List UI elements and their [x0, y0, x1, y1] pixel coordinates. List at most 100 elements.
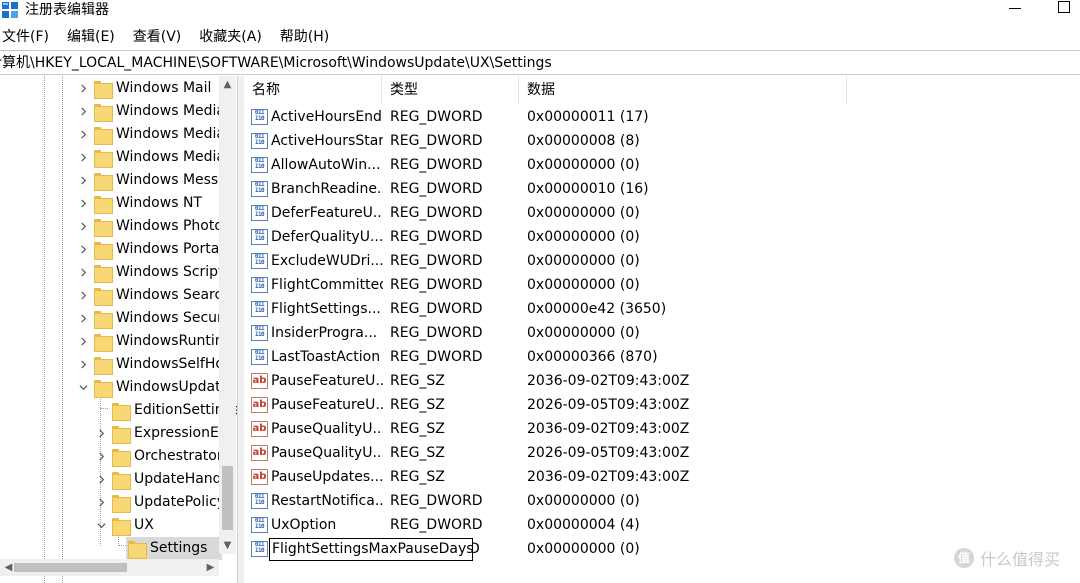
dword-value-icon: 011 110 [251, 277, 268, 293]
chevron-right-icon[interactable] [76, 128, 90, 142]
scroll-right-arrow-icon[interactable]: ▶ [202, 559, 219, 576]
tree-item[interactable]: Settings [126, 537, 222, 560]
chevron-right-icon[interactable] [76, 243, 90, 257]
tree-item[interactable]: Windows Media [76, 123, 225, 146]
tree-vertical-scrollbar[interactable]: ▲ ▼ [219, 76, 236, 554]
values-list[interactable]: 名称 类型 数据 011 110 ActiveHoursEnd REG_DWORD 0x… [244, 76, 1080, 583]
tree-item[interactable]: Windows Media [76, 100, 225, 123]
minimize-button[interactable] [1009, 8, 1021, 9]
tree-item[interactable]: Windows Search [76, 284, 231, 307]
value-row[interactable]: ab PauseFeatureU... REG_SZ 2026-09-05T09:43… [244, 393, 1080, 417]
chevron-right-icon[interactable] [76, 220, 90, 234]
tree-item[interactable]: EditionSettings [94, 399, 237, 422]
chevron-right-icon[interactable] [94, 427, 108, 441]
tree-item-label: Windows NT [116, 195, 202, 211]
value-row[interactable]: ab PauseFeatureU... REG_SZ 2036-09-02T09:43… [244, 369, 1080, 393]
tree-item[interactable]: Windows Media [76, 146, 225, 169]
tree-item[interactable]: Windows Script [76, 261, 224, 284]
value-row[interactable]: 011 110 ActiveHoursStart REG_DWORD 0x0000000… [244, 129, 1080, 153]
tree-item[interactable]: Windows Messa [76, 169, 227, 192]
value-row[interactable]: 011 110 DeferQualityU... REG_DWORD 0x0000000… [244, 225, 1080, 249]
value-row[interactable]: 011 110 DeferFeatureU... REG_DWORD 0x0000000… [244, 201, 1080, 225]
menu-file[interactable]: 文件(F) [0, 26, 49, 48]
folder-icon [94, 80, 113, 99]
tree-item[interactable]: ExpressionEv [94, 422, 227, 445]
tree-item[interactable]: WindowsRuntim [76, 330, 228, 353]
dword-value-icon: 011 110 [251, 349, 268, 365]
tree-horizontal-scrollbar[interactable]: ◀ ▶ [0, 559, 219, 576]
chevron-right-icon[interactable] [76, 289, 90, 303]
value-row[interactable]: 011 110 BranchReadine... REG_DWORD 0x0000001… [244, 177, 1080, 201]
address-path[interactable]: 计算机\HKEY_LOCAL_MACHINE\SOFTWARE\Microsof… [0, 53, 552, 73]
menu-favorites[interactable]: 收藏夹(A) [197, 26, 262, 48]
dword-value-icon: 011 110 [251, 301, 268, 317]
chevron-right-icon[interactable] [76, 197, 90, 211]
maximize-button[interactable] [1058, 1, 1070, 13]
key-tree[interactable]: Windows Mail Windows Media Windows Media Wi… [0, 76, 238, 583]
value-row[interactable]: ab PauseQualityU... REG_SZ 2036-09-02T09:43… [244, 417, 1080, 441]
chevron-right-icon[interactable] [76, 151, 90, 165]
column-header-name[interactable]: 名称 [244, 76, 382, 104]
value-row[interactable]: ab PauseQualityU... REG_SZ 2026-09-05T09:43… [244, 441, 1080, 465]
dword-value-icon: 011 110 [251, 181, 268, 197]
chevron-down-icon[interactable] [76, 381, 90, 395]
chevron-right-icon[interactable] [76, 174, 90, 188]
rename-input[interactable]: FlightSettingsMaxPauseDays [269, 538, 473, 561]
chevron-right-icon[interactable] [76, 266, 90, 280]
tree-item[interactable]: WindowsUpdate [76, 376, 229, 399]
value-row[interactable]: ab PauseUpdates... REG_SZ 2036-09-02T09:43:… [244, 465, 1080, 489]
tree-item[interactable]: Windows Mail [76, 77, 211, 100]
value-row[interactable]: 011 110 ActiveHoursEnd REG_DWORD 0x00000011 … [244, 105, 1080, 129]
tree-item[interactable]: Windows Photo [76, 215, 223, 238]
tree-item[interactable]: UpdatePolicy [94, 491, 225, 514]
column-header-data[interactable]: 数据 [519, 76, 847, 104]
value-row[interactable]: 011 110 UxOption REG_DWORD 0x00000004 (4) [244, 513, 1080, 537]
value-type: REG_DWORD [390, 181, 483, 197]
folder-icon [94, 379, 113, 398]
scroll-down-arrow-icon[interactable]: ▼ [219, 537, 236, 554]
value-row[interactable]: 011 110 RestartNotifica... REG_DWORD 0x00000… [244, 489, 1080, 513]
menu-edit[interactable]: 编辑(E) [65, 26, 115, 48]
tree-item[interactable]: UX [94, 514, 154, 537]
folder-icon [94, 287, 113, 306]
value-row[interactable]: 011 110 FlightCommitted REG_DWORD 0x00000000… [244, 273, 1080, 297]
value-data: 0x00000000 (0) [527, 229, 640, 245]
value-row[interactable]: 011 110 FlightSettings... REG_DWORD 0x00000e… [244, 297, 1080, 321]
chevron-right-icon[interactable] [76, 358, 90, 372]
chevron-right-icon[interactable] [76, 82, 90, 96]
value-name: UxOption [271, 517, 337, 533]
tree-item[interactable]: Orchestrator [94, 445, 223, 468]
chevron-right-icon[interactable] [94, 473, 108, 487]
column-header-type[interactable]: 类型 [382, 76, 519, 104]
menu-help[interactable]: 帮助(H) [278, 26, 329, 48]
folder-icon [94, 103, 113, 122]
tree-item[interactable]: WindowsSelfHo [76, 353, 224, 376]
tree-item[interactable]: UpdateHand [94, 468, 222, 491]
chevron-right-icon[interactable] [94, 450, 108, 464]
value-row[interactable]: 011 110 AllowAutoWin... REG_DWORD 0x00000000… [244, 153, 1080, 177]
address-bar[interactable]: 计算机\HKEY_LOCAL_MACHINE\SOFTWARE\Microsof… [0, 50, 1080, 75]
value-name: PauseUpdates... [271, 469, 383, 485]
dword-value-icon: 011 110 [251, 541, 268, 557]
scroll-up-arrow-icon[interactable]: ▲ [219, 76, 236, 93]
tree-item[interactable]: Windows NT [76, 192, 202, 215]
scroll-thumb[interactable] [14, 563, 127, 572]
value-row[interactable]: 011 110 ExcludeWUDri... REG_DWORD 0x00000000… [244, 249, 1080, 273]
chevron-right-icon[interactable] [76, 312, 90, 326]
chevron-right-icon[interactable] [76, 105, 90, 119]
chevron-down-icon[interactable] [94, 519, 108, 533]
value-type: REG_SZ [390, 421, 445, 437]
value-row[interactable]: 011 110 LastToastAction REG_DWORD 0x00000366… [244, 345, 1080, 369]
value-data: 0x00000000 (0) [527, 541, 640, 557]
menu-view[interactable]: 查看(V) [131, 26, 182, 48]
value-data: 2026-09-05T09:43:00Z [527, 397, 690, 413]
tree-item[interactable]: Windows Securi [76, 307, 227, 330]
string-value-icon: ab [251, 373, 268, 389]
folder-icon [112, 471, 131, 490]
scroll-thumb[interactable] [222, 466, 233, 530]
chevron-right-icon[interactable] [94, 496, 108, 510]
folder-icon [94, 149, 113, 168]
value-row[interactable]: 011 110 InsiderProgra... REG_DWORD 0x0000000… [244, 321, 1080, 345]
chevron-right-icon[interactable] [76, 335, 90, 349]
tree-item[interactable]: Windows Portal [76, 238, 223, 261]
